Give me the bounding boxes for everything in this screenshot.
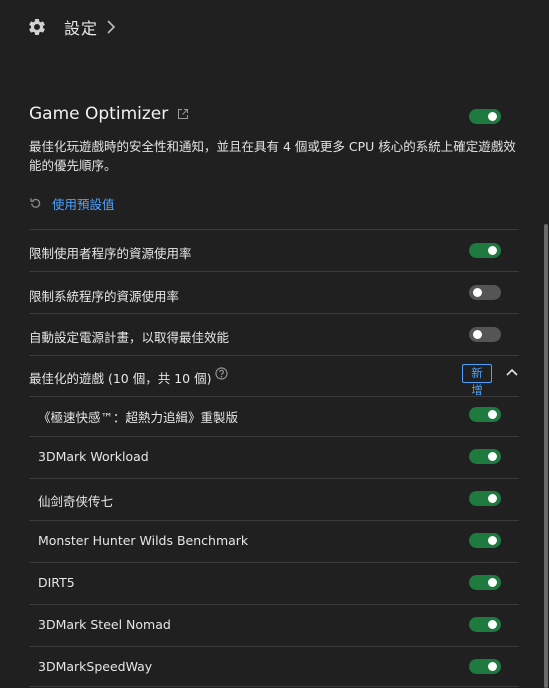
vertical-scrollbar[interactable] <box>544 224 548 688</box>
game-optimizer-toggle[interactable] <box>469 109 501 124</box>
game-item-label: 仙剑奇侠传七 <box>38 494 114 509</box>
setting-power-plan-label: 自動設定電源計畫，以取得最佳效能 <box>29 330 230 345</box>
toggle-knob <box>488 112 497 121</box>
game-item-label: 3DMark Steel Nomad <box>38 617 171 632</box>
user-process-limit-toggle[interactable] <box>469 243 501 258</box>
section-description: 最佳化玩遊戲時的安全性和通知，並且在具有 4 個或更多 CPU 核心的系統上確定… <box>29 139 516 173</box>
toggle-knob <box>473 288 482 297</box>
setting-system-process-limit-label: 限制系統程序的資源使用率 <box>29 289 180 304</box>
toggle-knob <box>488 494 497 503</box>
game-toggle-3dmark-speedway[interactable] <box>469 659 501 674</box>
help-icon[interactable] <box>215 367 228 380</box>
game-item-label: 3DMarkSpeedWay <box>38 659 153 674</box>
divider <box>29 562 519 563</box>
divider <box>29 520 519 521</box>
power-plan-toggle[interactable] <box>469 327 501 342</box>
reset-defaults-link[interactable]: 使用預設值 <box>29 194 115 213</box>
settings-page: 設定 Game Optimizer 最佳化玩遊戲時的安全性和通知，並且在具有 4… <box>0 0 549 688</box>
divider <box>29 478 519 479</box>
divider <box>29 686 519 687</box>
system-process-limit-toggle[interactable] <box>469 285 501 300</box>
game-toggle-3dmark-steel-nomad[interactable] <box>469 617 501 632</box>
optimized-games-header: 最佳化的遊戲 (10 個，共 10 個) <box>29 371 212 386</box>
toggle-knob <box>488 536 497 545</box>
chevron-right-icon <box>107 20 116 34</box>
setting-user-process-limit-label: 限制使用者程序的資源使用率 <box>29 246 192 261</box>
toggle-knob <box>488 620 497 629</box>
toggle-knob <box>488 578 497 587</box>
game-item-label: DIRT5 <box>38 575 75 590</box>
divider <box>29 355 519 356</box>
game-item-label: 3DMark Workload <box>38 449 149 464</box>
divider <box>29 313 519 314</box>
reset-defaults-label[interactable]: 使用預設值 <box>52 194 115 213</box>
external-link-icon[interactable] <box>177 108 189 120</box>
game-item-label: Monster Hunter Wilds Benchmark <box>38 533 249 548</box>
game-toggle-3dmark-workload[interactable] <box>469 449 501 464</box>
game-optimizer-title[interactable]: Game Optimizer <box>29 104 189 124</box>
toggle-knob <box>473 330 482 339</box>
game-toggle-nfs-hot-pursuit[interactable] <box>469 407 501 422</box>
toggle-knob <box>488 246 497 255</box>
breadcrumb-settings-label[interactable]: 設定 <box>64 15 98 39</box>
section-title-text: Game Optimizer <box>29 104 169 124</box>
game-toggle-dirt5[interactable] <box>469 575 501 590</box>
divider <box>29 396 519 397</box>
breadcrumb[interactable]: 設定 <box>27 14 116 40</box>
game-item-label: 《極速快感™：超熱力追緝》重製版 <box>38 410 239 425</box>
game-toggle-mh-wilds-benchmark[interactable] <box>469 533 501 548</box>
game-toggle-pal7[interactable] <box>469 491 501 506</box>
divider <box>29 436 519 437</box>
divider <box>29 271 519 272</box>
reset-icon <box>30 198 41 208</box>
divider <box>29 604 519 605</box>
gear-icon <box>29 18 45 35</box>
chevron-up-icon[interactable] <box>505 367 519 377</box>
toggle-knob <box>488 410 497 419</box>
toggle-knob <box>488 662 497 671</box>
toggle-knob <box>488 452 497 461</box>
divider <box>29 229 519 230</box>
divider <box>29 646 519 647</box>
add-game-button[interactable]: 新增 <box>462 364 492 397</box>
